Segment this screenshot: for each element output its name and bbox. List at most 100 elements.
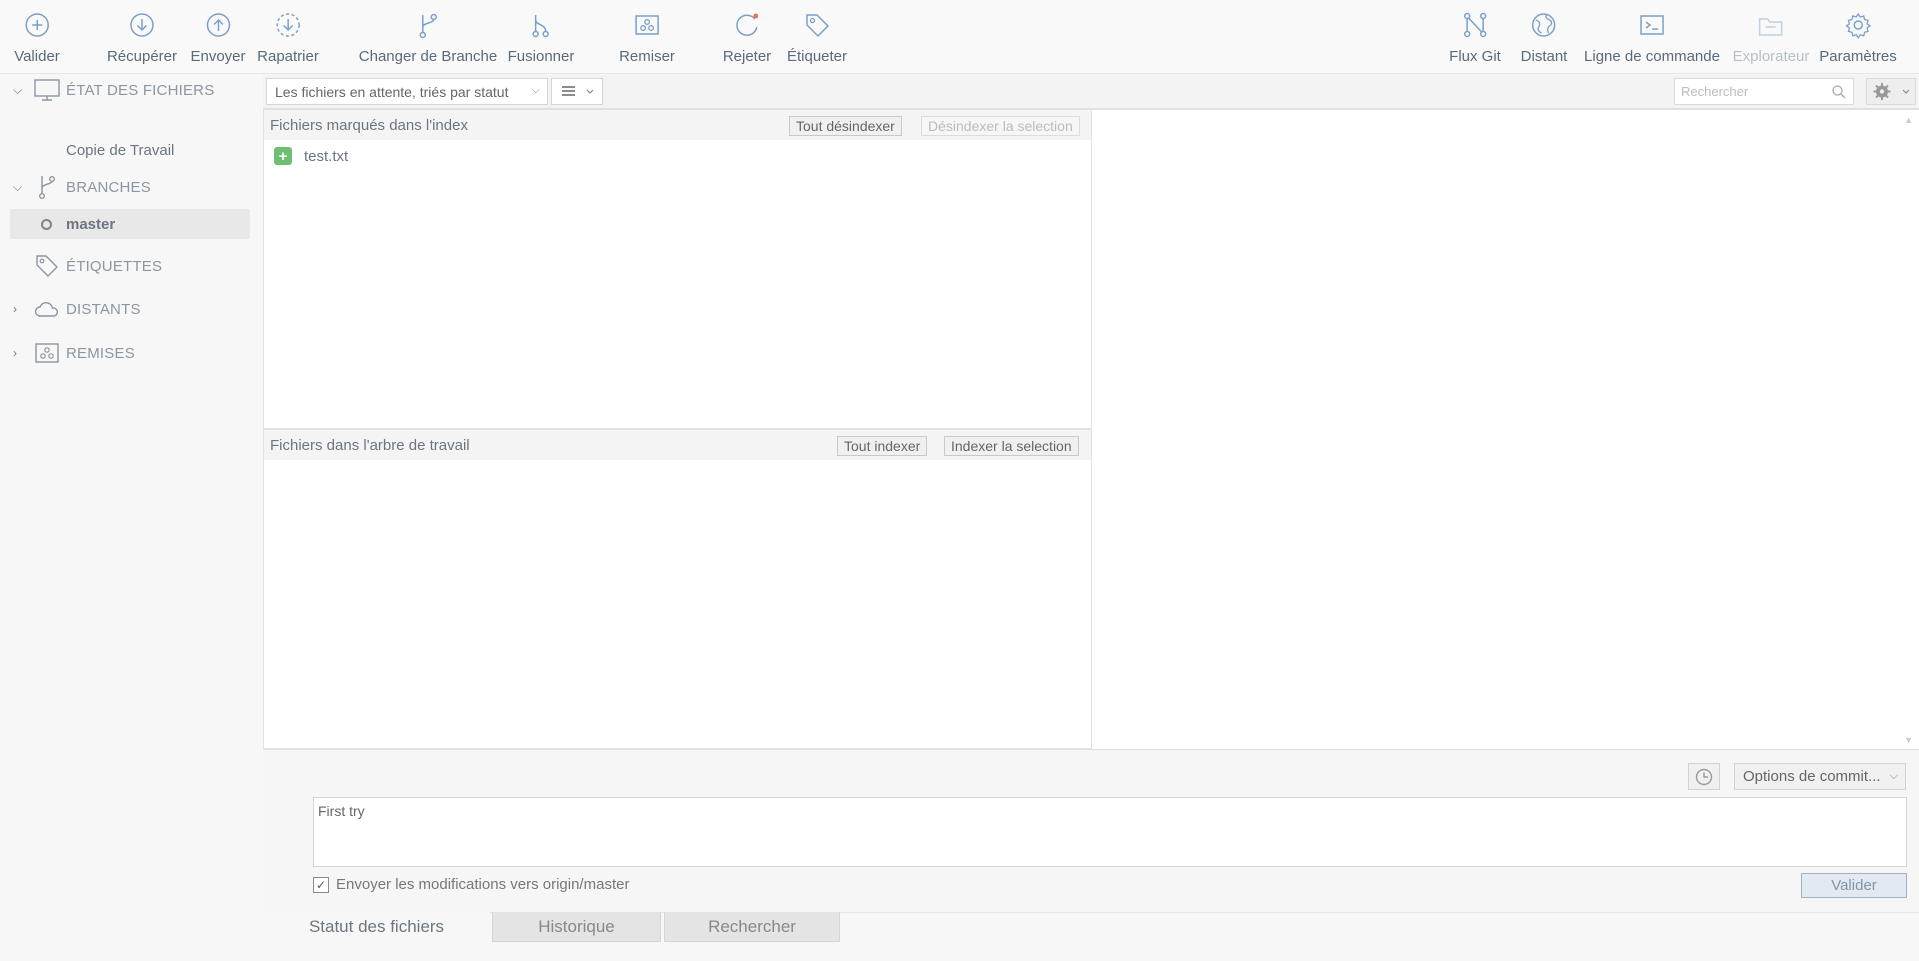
- push-label: Envoyer: [190, 48, 246, 65]
- cloud-icon: [34, 296, 60, 322]
- folder-icon: [1755, 9, 1787, 41]
- download-circle-icon: [126, 9, 158, 41]
- sidebar-section-remotes[interactable]: › DISTANTS: [0, 294, 262, 324]
- remote-label: Distant: [1520, 48, 1568, 65]
- pull-label: Rapatrier: [257, 48, 319, 65]
- remote-button[interactable]: Distant: [1520, 0, 1568, 74]
- view-mode-button[interactable]: [551, 78, 603, 105]
- file-sort-select[interactable]: Les fichiers en attente, triés par statu…: [266, 78, 548, 105]
- terminal-icon: [1636, 9, 1668, 41]
- scroll-down-icon[interactable]: ▼: [1904, 735, 1913, 745]
- unstaged-panel-header: Fichiers dans l'arbre de travail Tout in…: [264, 430, 1091, 460]
- commit-toolbar-button[interactable]: Valider: [14, 0, 60, 74]
- search-settings-button[interactable]: [1866, 78, 1916, 105]
- sidebar-remotes-label: DISTANTS: [66, 300, 141, 318]
- commit-history-button[interactable]: [1688, 763, 1720, 790]
- tag-button[interactable]: Étiqueter: [787, 0, 847, 74]
- merge-label: Fusionner: [507, 48, 575, 65]
- staged-panel-header: Fichiers marqués dans l'index Tout désin…: [264, 110, 1091, 140]
- file-list-item[interactable]: + test.txt: [274, 146, 348, 166]
- unstage-all-button[interactable]: Tout désindexer: [789, 116, 902, 136]
- branch-icon: [34, 174, 60, 200]
- tab-history[interactable]: Historique: [492, 912, 661, 942]
- file-sort-value: Les fichiers en attente, triés par statu…: [275, 84, 509, 100]
- explorer-label: Explorateur: [1732, 48, 1810, 65]
- stash-button[interactable]: Remiser: [619, 0, 675, 74]
- unstaged-panel-title: Fichiers dans l'arbre de travail: [270, 437, 470, 454]
- terminal-button[interactable]: Ligne de commande: [1584, 0, 1720, 74]
- stage-all-button[interactable]: Tout indexer: [837, 436, 928, 456]
- chevron-down-icon[interactable]: ⌵: [13, 180, 27, 195]
- gear-icon: [1842, 9, 1874, 41]
- settings-label: Paramètres: [1819, 48, 1897, 65]
- chevron-down-icon: ⌵: [531, 84, 540, 96]
- sidebar-section-file-status[interactable]: ⌵ ÉTAT DES FICHIERS: [0, 75, 262, 105]
- chevron-down-icon[interactable]: ⌵: [13, 83, 27, 98]
- push-changes-row[interactable]: ✓ Envoyer les modifications vers origin/…: [313, 876, 629, 893]
- git-flow-button[interactable]: Flux Git: [1449, 0, 1501, 74]
- chevron-down-icon: ⌵: [1889, 770, 1898, 782]
- merge-icon: [525, 9, 557, 41]
- pull-dashed-circle-icon: [272, 9, 304, 41]
- push-changes-checkbox[interactable]: ✓: [313, 876, 329, 893]
- sidebar-stashes-label: REMISES: [66, 344, 135, 362]
- commit-options-label: Options de commit...: [1743, 768, 1881, 785]
- search-icon: [1832, 85, 1846, 99]
- discard-button[interactable]: Rejeter: [723, 0, 771, 74]
- search-placeholder: Rechercher: [1681, 84, 1749, 99]
- pull-button[interactable]: Rapatrier: [257, 0, 319, 74]
- commit-options-button[interactable]: Options de commit... ⌵: [1734, 763, 1906, 790]
- staged-panel-title: Fichiers marqués dans l'index: [270, 117, 468, 134]
- upload-circle-icon: [202, 9, 234, 41]
- tab-search[interactable]: Rechercher: [664, 912, 840, 942]
- staged-files-panel: Fichiers marqués dans l'index Tout désin…: [263, 109, 1092, 429]
- stash-label: Remiser: [619, 48, 675, 65]
- sidebar-branches-label: BRANCHES: [66, 178, 151, 196]
- toolbar: Valider Récupérer Envoyer Rapatrier Chan…: [0, 0, 1919, 74]
- git-flow-icon: [1459, 9, 1491, 41]
- commit-toolbar-label: Valider: [14, 48, 60, 65]
- tab-file-status[interactable]: Statut des fichiers: [263, 912, 490, 942]
- commit-button[interactable]: Valider: [1801, 873, 1907, 898]
- push-changes-label: Envoyer les modifications vers origin/ma…: [336, 876, 630, 893]
- settings-button[interactable]: Paramètres: [1819, 0, 1897, 74]
- fetch-label: Récupérer: [106, 48, 178, 65]
- file-name: test.txt: [304, 147, 349, 165]
- sidebar-section-branches[interactable]: ⌵ BRANCHES: [0, 172, 262, 202]
- scroll-up-icon[interactable]: ▲: [1904, 115, 1913, 125]
- sidebar-item-branch-master[interactable]: master: [10, 209, 250, 239]
- diff-panel[interactable]: ▲ ▼: [1092, 109, 1919, 749]
- current-branch-icon: [41, 218, 52, 230]
- sidebar-section-stashes[interactable]: › REMISES: [0, 338, 262, 368]
- explorer-button[interactable]: Explorateur: [1732, 0, 1810, 74]
- sidebar-file-status-label: ÉTAT DES FICHIERS: [66, 81, 215, 99]
- branch-button[interactable]: Changer de Branche: [359, 0, 497, 74]
- unstage-selected-button[interactable]: Désindexer la selection: [921, 116, 1080, 136]
- clock-icon: [1695, 768, 1713, 785]
- search-input[interactable]: Rechercher: [1674, 78, 1854, 105]
- tag-icon: [34, 253, 60, 279]
- chevron-right-icon[interactable]: ›: [13, 302, 27, 316]
- branch-icon: [412, 9, 444, 41]
- sidebar-section-tags[interactable]: ÉTIQUETTES: [0, 251, 262, 281]
- tag-icon: [801, 9, 833, 41]
- discard-label: Rejeter: [722, 48, 772, 65]
- stage-selected-button[interactable]: Indexer la selection: [944, 436, 1079, 456]
- stash-box-icon: [631, 9, 663, 41]
- chevron-right-icon[interactable]: ›: [13, 346, 27, 360]
- gear-icon: [1873, 83, 1910, 100]
- plus-circle-icon: [21, 9, 53, 41]
- merge-button[interactable]: Fusionner: [507, 0, 575, 74]
- push-button[interactable]: Envoyer: [190, 0, 246, 74]
- sidebar-item-working-copy[interactable]: Copie de Travail: [66, 142, 174, 159]
- unstaged-files-panel: Fichiers dans l'arbre de travail Tout in…: [263, 429, 1092, 749]
- fetch-button[interactable]: Récupérer: [107, 0, 177, 74]
- monitor-icon: [34, 77, 60, 103]
- sidebar: ⌵ ÉTAT DES FICHIERS Copie de Travail ⌵ B…: [0, 75, 262, 961]
- commit-area: Options de commit... ⌵ First try ✓ Envoy…: [263, 749, 1919, 912]
- commit-message-input[interactable]: First try: [313, 797, 1907, 867]
- terminal-label: Ligne de commande: [1584, 48, 1720, 65]
- discard-arrow-icon: [731, 9, 763, 41]
- filter-bar: Les fichiers en attente, triés par statu…: [263, 75, 1919, 109]
- list-icon: [562, 86, 594, 96]
